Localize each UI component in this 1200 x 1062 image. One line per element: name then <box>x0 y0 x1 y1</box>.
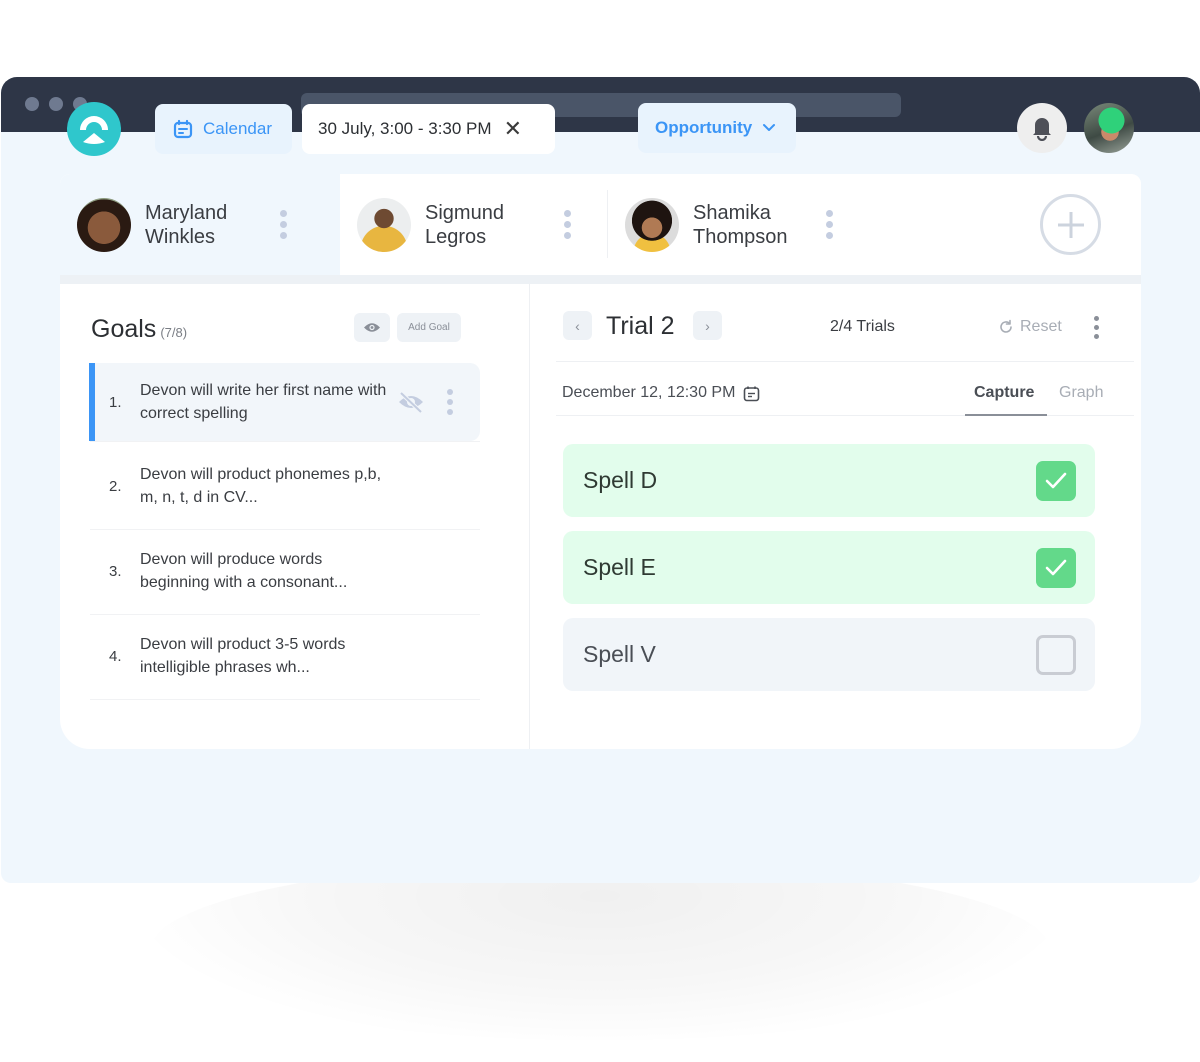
goal-item[interactable]: 4. Devon will product 3-5 words intellig… <box>89 617 480 695</box>
trials-count: 2/4 Trials <box>830 318 895 335</box>
checkmark-icon <box>1045 559 1067 576</box>
trial-item-spell-v[interactable]: Spell V <box>563 618 1095 691</box>
active-tab-indicator <box>965 414 1047 416</box>
checkmark-icon <box>1045 472 1067 489</box>
goal-divider <box>90 441 480 442</box>
close-icon[interactable]: ✕ <box>504 118 522 140</box>
goal-divider <box>90 699 480 700</box>
session-time-chip: 30 July, 3:00 - 3:30 PM ✕ <box>302 104 555 154</box>
trial-title: Trial 2 <box>606 312 675 340</box>
goal-item[interactable]: 2. Devon will product phonemes p,b, m, n… <box>89 447 480 525</box>
student-tabs: Maryland Winkles Sigmund Legros Shamika Tho… <box>60 174 1141 275</box>
reset-button[interactable]: Reset <box>998 318 1062 336</box>
goal-divider <box>90 529 480 530</box>
calendar-icon[interactable] <box>743 385 760 402</box>
checkbox-checked[interactable] <box>1036 461 1076 501</box>
goal-divider <box>90 614 480 615</box>
window-minimize-dot[interactable] <box>49 97 63 111</box>
eye-icon <box>364 323 380 332</box>
opportunity-label: Opportunity <box>655 118 753 137</box>
student-name: Maryland Winkles <box>145 201 228 248</box>
session-time: 30 July, 3:00 - 3:30 PM <box>318 119 492 138</box>
goal-item[interactable]: 3. Devon will produce words beginning wi… <box>89 532 480 610</box>
student-tab-sigmund-legros[interactable]: Sigmund Legros <box>340 174 607 275</box>
bell-icon <box>1033 118 1051 141</box>
student-avatar <box>357 197 411 252</box>
goals-count: (7/8) <box>160 325 188 340</box>
session-date: December 12, 12:30 PM <box>562 384 760 402</box>
tab-capture[interactable]: Capture <box>974 384 1034 402</box>
opportunity-dropdown[interactable]: Opportunity <box>638 103 796 153</box>
checkbox-unchecked[interactable] <box>1036 635 1076 675</box>
app-logo[interactable] <box>67 102 121 156</box>
window-close-dot[interactable] <box>25 97 39 111</box>
trial-panel: ‹ Trial 2 › 2/4 Trials Reset December 12… <box>530 284 1141 749</box>
divider <box>556 361 1134 362</box>
trial-menu-icon[interactable] <box>1088 316 1104 339</box>
goals-panel: Goals (7/8) Add Goal 1. Devon will write … <box>60 284 530 749</box>
toggle-visibility-button[interactable] <box>354 313 390 342</box>
goal-item[interactable]: 1. Devon will write her first name with … <box>89 363 480 441</box>
divider <box>556 415 1134 416</box>
trial-item-spell-e[interactable]: Spell E <box>563 531 1095 604</box>
calendar-label: Calendar <box>203 119 272 138</box>
student-menu-icon[interactable] <box>559 210 575 239</box>
goal-menu-icon[interactable] <box>442 389 458 415</box>
logo-icon <box>80 116 108 144</box>
previous-trial-button[interactable]: ‹ <box>563 311 592 340</box>
section-separator <box>60 275 1141 284</box>
student-tab-maryland-winkles[interactable]: Maryland Winkles <box>60 174 340 275</box>
add-goal-button[interactable]: Add Goal <box>397 313 461 342</box>
tab-graph[interactable]: Graph <box>1059 384 1103 402</box>
student-menu-icon[interactable] <box>821 210 837 239</box>
student-name: Sigmund Legros <box>425 201 504 248</box>
student-avatar <box>77 197 131 252</box>
checkbox-checked[interactable] <box>1036 548 1076 588</box>
session-card: Maryland Winkles Sigmund Legros Shamika Tho… <box>60 174 1141 749</box>
eye-off-icon[interactable] <box>397 390 425 414</box>
student-name: Shamika Thompson <box>693 201 788 248</box>
goals-title: Goals (7/8) <box>91 315 188 343</box>
add-student-button[interactable] <box>1040 194 1101 255</box>
window-shadow <box>150 860 1050 1040</box>
notifications-button[interactable] <box>1017 103 1067 153</box>
refresh-icon <box>1000 319 1012 333</box>
student-menu-icon[interactable] <box>275 210 291 239</box>
chevron-down-icon <box>763 124 776 131</box>
next-trial-button[interactable]: › <box>693 311 722 340</box>
trial-item-spell-d[interactable]: Spell D <box>563 444 1095 517</box>
calendar-button[interactable]: Calendar <box>155 104 292 154</box>
user-avatar[interactable] <box>1084 103 1134 153</box>
student-tab-shamika-thompson[interactable]: Shamika Thompson <box>608 174 888 275</box>
calendar-icon <box>173 119 193 139</box>
student-avatar <box>625 197 679 252</box>
